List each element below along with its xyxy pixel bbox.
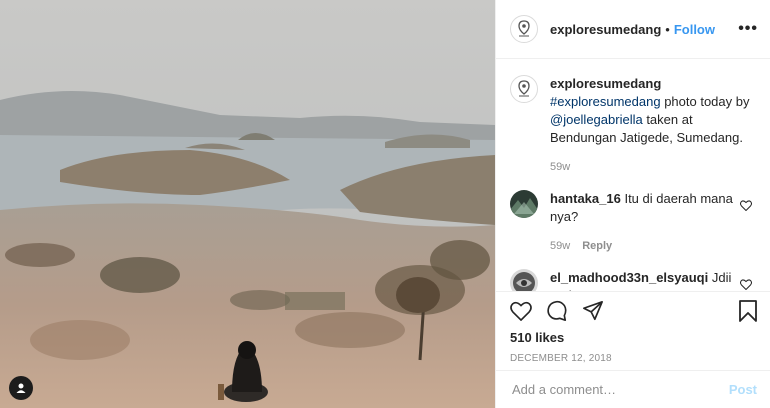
comment-item: hantaka_16 Itu di daerah mana nya? 59w Re… [510, 190, 756, 255]
post-date[interactable]: December 12, 2018 [510, 353, 757, 364]
separator-dot: • [665, 21, 670, 37]
caption-meta: 59w [550, 158, 755, 176]
more-options-icon[interactable]: ••• [738, 20, 758, 38]
post-side-panel: exploresumedang • Follow ••• exploresume… [495, 0, 770, 408]
caption-avatar[interactable] [510, 75, 538, 103]
follow-button[interactable]: Follow [674, 22, 715, 37]
tagged-user-icon[interactable] [9, 376, 33, 400]
post-actions: 510 likes December 12, 2018 [496, 291, 770, 364]
comment-item: el_madhood33n_elsyauqi Jdii garing q2 y [510, 269, 756, 291]
save-bookmark-icon[interactable] [739, 300, 757, 327]
caption-mention[interactable]: @joellegabriella [550, 112, 643, 127]
like-comment-heart-icon[interactable] [740, 198, 752, 216]
comment-time[interactable]: 59w [550, 240, 570, 252]
caption-text-part: photo today by [660, 94, 750, 109]
comment-body: hantaka_16 Itu di daerah mana nya? 59w Re… [550, 190, 735, 255]
comment-body: el_madhood33n_elsyauqi Jdii garing q2 y [550, 269, 735, 291]
avatar-image [510, 190, 538, 218]
caption-username[interactable]: exploresumedang [550, 75, 755, 93]
comments-list[interactable]: exploresumedang #exploresumedang photo t… [496, 59, 770, 291]
add-comment-input[interactable] [510, 381, 729, 398]
comment-username[interactable]: el_madhood33n_elsyauqi [550, 270, 708, 285]
profile-avatar[interactable] [510, 15, 538, 43]
comment-bubble-icon[interactable] [546, 300, 568, 322]
post-comment-button[interactable]: Post [729, 382, 757, 397]
caption-entry: exploresumedang #exploresumedang photo t… [510, 75, 756, 176]
caption-time[interactable]: 59w [550, 161, 570, 173]
avatar-image [510, 269, 538, 291]
location-pin-icon [518, 20, 530, 37]
post-photo[interactable] [0, 0, 495, 408]
action-icons-row [510, 292, 757, 330]
location-pin-icon [518, 80, 530, 97]
caption-hashtag[interactable]: #exploresumedang [550, 94, 661, 109]
comment-meta: 59w Reply [550, 237, 735, 255]
post-header: exploresumedang • Follow ••• [496, 0, 770, 59]
commenter-avatar[interactable] [510, 269, 538, 291]
like-comment-heart-icon[interactable] [740, 277, 752, 291]
commenter-avatar[interactable] [510, 190, 538, 218]
header-username[interactable]: exploresumedang [550, 22, 661, 37]
add-comment-bar: Post [496, 370, 770, 408]
landscape-image [0, 0, 495, 408]
reply-button[interactable]: Reply [582, 240, 612, 252]
caption-body: exploresumedang #exploresumedang photo t… [550, 75, 755, 176]
likes-count[interactable]: 510 likes [510, 330, 757, 345]
caption-text: #exploresumedang photo today by @joelleg… [550, 93, 755, 147]
comment-username[interactable]: hantaka_16 [550, 191, 621, 206]
share-paper-plane-icon[interactable] [582, 300, 604, 322]
like-heart-icon[interactable] [510, 301, 532, 321]
